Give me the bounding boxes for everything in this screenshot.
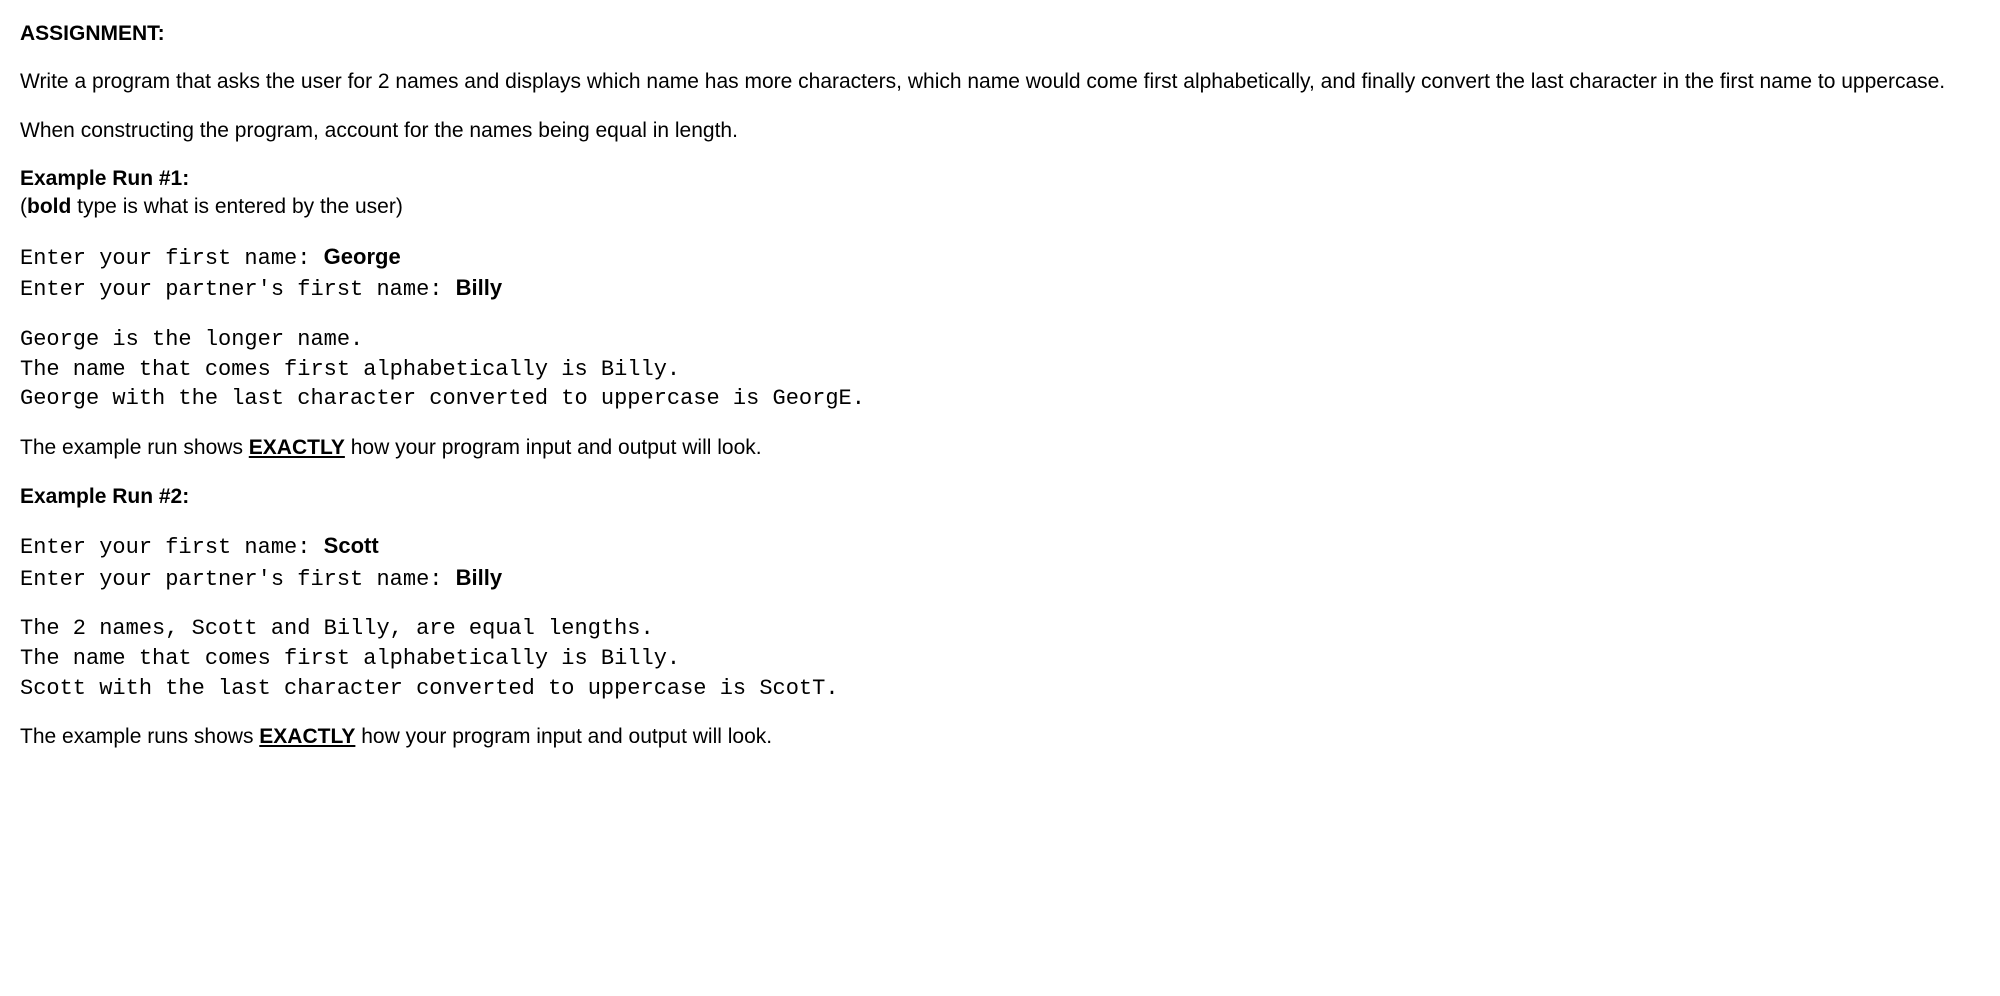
example1-out1: George is the longer name. bbox=[20, 325, 1980, 355]
intro-paragraph-2: When constructing the program, account f… bbox=[20, 117, 1980, 145]
example2-input1: Scott bbox=[324, 533, 379, 558]
assignment-heading: ASSIGNMENT: bbox=[20, 20, 1980, 48]
example2-input-block: Enter your first name: Scott Enter your … bbox=[20, 531, 1980, 594]
example2-out1: The 2 names, Scott and Billy, are equal … bbox=[20, 614, 1980, 644]
example2-output-block: The 2 names, Scott and Billy, are equal … bbox=[20, 614, 1980, 703]
example2-prompt1: Enter your first name: bbox=[20, 535, 324, 560]
example1-note: (bold type is what is entered by the use… bbox=[20, 193, 1980, 221]
example1-note-open: ( bbox=[20, 195, 27, 218]
example1-input-block: Enter your first name: George Enter your… bbox=[20, 242, 1980, 305]
example1-out3: George with the last character converted… bbox=[20, 384, 1980, 414]
example1-output-block: George is the longer name. The name that… bbox=[20, 325, 1980, 414]
example1-note-rest: type is what is entered by the user) bbox=[71, 195, 403, 218]
example2-label: Example Run #2: bbox=[20, 483, 1980, 511]
example1-input2: Billy bbox=[456, 275, 502, 300]
example2-footer-b: EXACTLY bbox=[259, 725, 355, 748]
example2-out2: The name that comes first alphabetically… bbox=[20, 644, 1980, 674]
intro-paragraph-1: Write a program that asks the user for 2… bbox=[20, 68, 1980, 96]
example1-label: Example Run #1: bbox=[20, 165, 1980, 193]
example1-footer-c: how your program input and output will l… bbox=[345, 436, 762, 459]
example1-input1: George bbox=[324, 244, 401, 269]
example2-prompt2: Enter your partner's first name: bbox=[20, 567, 456, 592]
example1-note-bold: bold bbox=[27, 195, 71, 218]
example1-footer-a: The example run shows bbox=[20, 436, 249, 459]
example1-prompt1: Enter your first name: bbox=[20, 246, 324, 271]
example2-input2: Billy bbox=[456, 565, 502, 590]
example2-footer-c: how your program input and output will l… bbox=[355, 725, 772, 748]
example1-prompt2: Enter your partner's first name: bbox=[20, 277, 456, 302]
example2-out3: Scott with the last character converted … bbox=[20, 674, 1980, 704]
example2-footer: The example runs shows EXACTLY how your … bbox=[20, 723, 1980, 751]
example2-footer-a: The example runs shows bbox=[20, 725, 259, 748]
example1-footer-b: EXACTLY bbox=[249, 436, 345, 459]
example1-out2: The name that comes first alphabetically… bbox=[20, 355, 1980, 385]
example1-footer: The example run shows EXACTLY how your p… bbox=[20, 434, 1980, 462]
